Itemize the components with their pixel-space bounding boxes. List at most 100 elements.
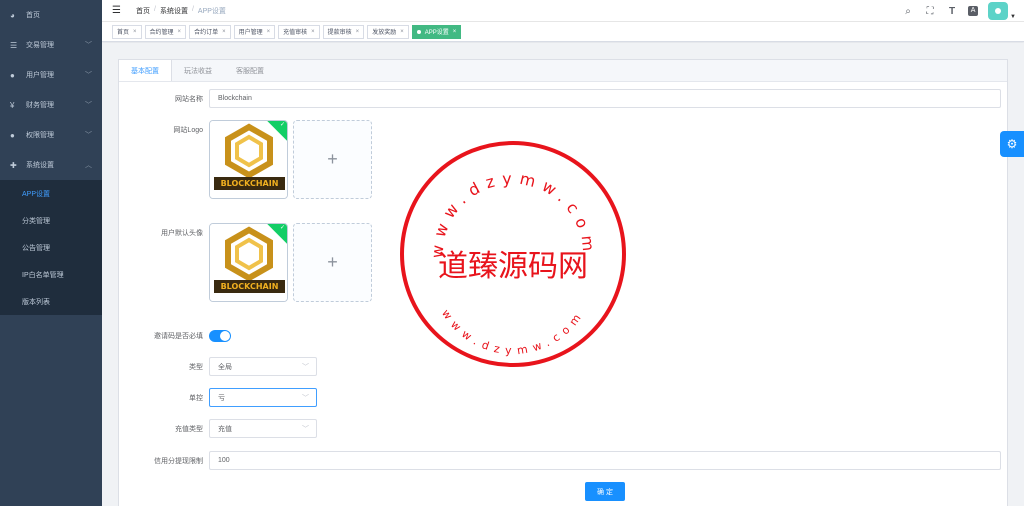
recharge-type-label: 充值类型 — [175, 426, 203, 433]
fullscreen-icon[interactable]: ⛶ — [924, 6, 936, 17]
caret-down-icon[interactable]: ▼ — [1010, 14, 1016, 20]
font-size-icon[interactable]: T — [946, 6, 958, 17]
tag-label: 发放奖励 — [372, 30, 397, 36]
unit-control-value: 亏 — [218, 394, 225, 402]
type-label: 类型 — [189, 364, 203, 371]
tag-item-3[interactable]: 用户管理 × — [233, 24, 276, 39]
chevron-down-icon: ﹀ — [302, 364, 309, 371]
tag-item-6[interactable]: 发放奖励 × — [367, 24, 409, 39]
site-name-value: Blockchain — [218, 95, 252, 102]
breadcrumb-item-home[interactable]: 首页 — [136, 6, 150, 16]
submenu-item-4[interactable]: 版本列表 — [0, 288, 102, 315]
tag-label: 用户管理 — [238, 30, 263, 36]
tab-basic[interactable]: 基本配置 — [118, 60, 172, 81]
navbar: ☰ 首页 / 系统设置 / APP设置 ⌕ ⛶ T A ▼ — [102, 0, 1024, 22]
recharge-type-value: 充值 — [218, 425, 232, 433]
tag-label: 充值审核 — [283, 30, 308, 36]
site-name-input[interactable]: Blockchain — [209, 89, 1001, 108]
sidebar-item-4[interactable]: ● 权限管理 ﹀ — [0, 120, 102, 150]
submenu-item-2[interactable]: 公告管理 — [0, 234, 102, 261]
credit-limit-value: 100 — [218, 457, 230, 464]
tag-label: 合约管理 — [149, 30, 174, 36]
sidebar-item-3[interactable]: ¥ 财务管理 ﹀ — [0, 90, 102, 120]
search-icon[interactable]: ⌕ — [902, 6, 914, 17]
stamp-center-text: 道臻源码网 — [438, 249, 588, 284]
tag-label: 合约订单 — [194, 30, 219, 36]
invite-required-label: 邀请码是否必填 — [154, 333, 203, 340]
check-icon: ✓ — [279, 225, 285, 231]
yen-icon: ¥ — [10, 100, 15, 110]
logo-text: BLOCKCHAIN — [220, 179, 279, 188]
gear-icon: ⚙ — [1006, 137, 1018, 151]
sidebar-item-2[interactable]: ● 用户管理 ﹀ — [0, 60, 102, 90]
tag-item-5[interactable]: 提款审核 × — [322, 24, 365, 39]
tags-view: 首页 × 合约管理 × 合约订单 × 用户管理 × 充值审核 × 提款审核 × 发放奖励 × APP设置 × — [102, 22, 1024, 42]
type-value: 全局 — [218, 363, 232, 371]
tab-gameplay[interactable]: 玩法收益 — [172, 60, 224, 81]
submenu-item-3[interactable]: IP白名单管理 — [0, 261, 102, 288]
settings-gear-button[interactable]: ⚙ — [1000, 131, 1024, 157]
chevron-icon: ﹀ — [85, 102, 92, 109]
close-icon[interactable]: × — [311, 29, 315, 35]
breadcrumb-separator: / — [154, 5, 156, 13]
submenu-item-1[interactable]: 分类管理 — [0, 207, 102, 234]
dashboard-icon: ◕ — [10, 10, 15, 20]
invite-required-switch[interactable] — [209, 330, 231, 342]
logo-label: 网站Logo — [173, 127, 203, 134]
tag-item-2[interactable]: 合约订单 × — [189, 24, 231, 39]
check-icon: ✓ — [279, 122, 285, 128]
avatar-preview[interactable]: BLOCKCHAIN ✓ — [209, 223, 288, 302]
chevron-down-icon: ﹀ — [302, 395, 309, 402]
tag-item-4[interactable]: 充值审核 × — [278, 24, 320, 39]
sidebar-item-5[interactable]: ✚ 系统设置 ︿ — [0, 150, 102, 180]
credit-limit-input[interactable]: 100 — [209, 451, 1001, 470]
close-icon[interactable]: × — [453, 29, 457, 35]
sidebar-item-label: 财务管理 — [26, 102, 54, 109]
hamburger-icon[interactable]: ☰ — [112, 5, 124, 16]
sidebar-item-1[interactable]: ☰ 交易管理 ﹀ — [0, 30, 102, 60]
logo-upload-button[interactable]: + — [293, 120, 372, 199]
breadcrumb: 首页 / 系统设置 / APP设置 — [136, 6, 226, 16]
breadcrumb-separator: / — [191, 5, 194, 13]
tag-label: 提款审核 — [327, 30, 352, 36]
stamp-bottom-text: www.dzymw.com — [439, 307, 587, 357]
tab-customer-service[interactable]: 客服配置 — [224, 60, 276, 81]
tag-item-1[interactable]: 合约管理 × — [144, 24, 187, 39]
chevron-icon: ﹀ — [85, 72, 92, 79]
avatar-upload-button[interactable]: + — [293, 223, 372, 302]
close-icon[interactable]: × — [356, 29, 360, 35]
tag-item-7[interactable]: APP设置 × — [411, 24, 462, 39]
confirm-button[interactable]: 确 定 — [585, 482, 625, 501]
unit-control-select[interactable]: 亏 ﹀ — [209, 388, 317, 407]
avatar-label: 用户默认头像 — [161, 230, 203, 237]
close-icon[interactable]: × — [400, 29, 404, 35]
close-icon[interactable]: × — [222, 29, 226, 35]
sidebar: ◕ 首页 ☰ 交易管理 ﹀ ● 用户管理 ﹀ ¥ 财务管理 ﹀ ● 权限管理 ﹀ ✚ 系统设置 ︿ APP设置 分类… — [0, 0, 102, 506]
breadcrumb-item-current: APP设置 — [197, 7, 226, 15]
sidebar-item-label: 权限管理 — [26, 132, 54, 139]
plus-icon: + — [327, 252, 338, 272]
tag-label: APP设置 — [424, 30, 449, 36]
watermark-stamp: www.dzymw.com 道臻源码网 www.dzymw.com — [400, 141, 626, 367]
chevron-icon: ﹀ — [85, 132, 92, 139]
recharge-type-select[interactable]: 充值 ﹀ — [209, 419, 317, 438]
type-select[interactable]: 全局 ﹀ — [209, 357, 317, 376]
close-icon[interactable]: × — [178, 29, 182, 35]
sidebar-item-label: 系统设置 — [26, 162, 54, 169]
person-icon: ● — [10, 130, 15, 140]
tag-item-0[interactable]: 首页 × — [112, 24, 142, 39]
avatar[interactable] — [988, 2, 1009, 20]
chevron-down-icon: ﹀ — [302, 426, 309, 433]
close-icon[interactable]: × — [133, 29, 137, 35]
translate-icon[interactable]: A — [968, 6, 979, 16]
tabs: 基本配置 玩法收益 客服配置 — [118, 60, 1007, 82]
sidebar-item-label: 交易管理 — [26, 42, 54, 49]
submenu-item-0[interactable]: APP设置 — [0, 180, 102, 207]
tag-label: 首页 — [117, 30, 130, 36]
chevron-icon: ﹀ — [85, 42, 92, 49]
breadcrumb-item-system[interactable]: 系统设置 — [160, 6, 188, 16]
sidebar-item-0[interactable]: ◕ 首页 — [0, 0, 102, 30]
close-icon[interactable]: × — [267, 29, 271, 35]
logo-preview[interactable]: BLOCKCHAIN ✓ — [209, 120, 288, 199]
site-name-label: 网站名称 — [175, 96, 203, 103]
